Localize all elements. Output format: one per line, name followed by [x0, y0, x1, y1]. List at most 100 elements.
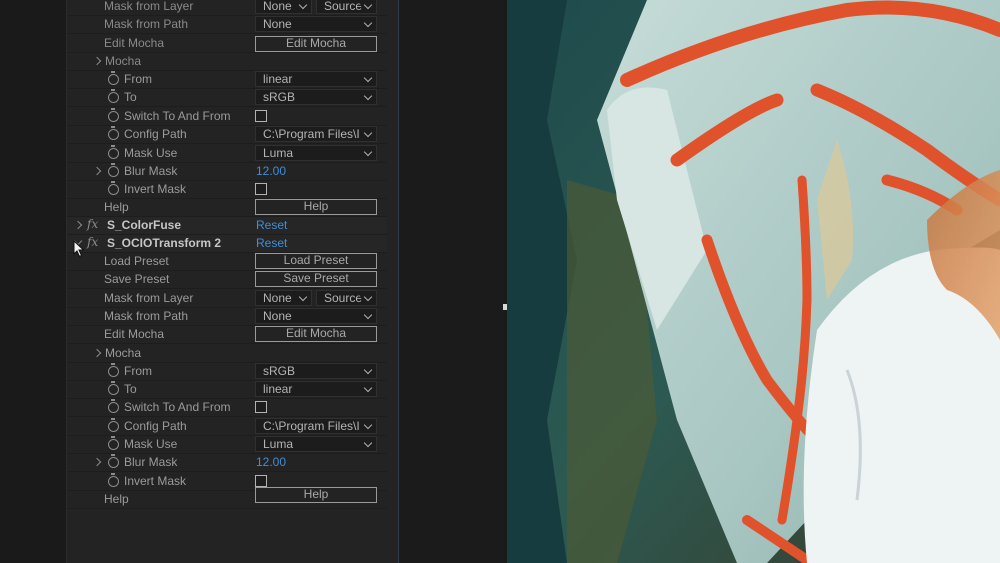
row-help: Help Help	[67, 199, 387, 217]
param-label: Config Path	[124, 127, 187, 141]
to-dropdown[interactable]: linear	[255, 381, 377, 397]
dropdown-value: sRGB	[263, 364, 296, 378]
dropdown-value: Luma	[263, 146, 294, 160]
stopwatch-icon[interactable]	[108, 145, 119, 159]
row-mocha-group: Mocha	[67, 53, 387, 71]
fx-icon[interactable]: fx	[87, 235, 98, 249]
chevron-down-icon	[363, 18, 373, 28]
chevron-right-icon[interactable]	[92, 166, 102, 176]
chevron-down-icon	[298, 292, 308, 302]
mask-source-dropdown[interactable]: Source	[316, 290, 377, 306]
row-to: To linear	[67, 381, 387, 399]
chevron-down-icon	[363, 147, 373, 157]
switch-checkbox[interactable]	[255, 401, 267, 413]
config-path-dropdown[interactable]: C:\Program Files\I	[255, 418, 377, 434]
effect-controls-panel: Mask from Layer None Source Mask from Pa…	[66, 0, 399, 563]
row-blur-mask: Blur Mask 12.00	[67, 163, 387, 181]
config-path-dropdown[interactable]: C:\Program Files\I	[255, 126, 377, 142]
chevron-right-icon[interactable]	[73, 220, 83, 230]
stopwatch-icon[interactable]	[108, 381, 119, 395]
save-preset-button[interactable]: Save Preset	[255, 271, 377, 287]
param-label: Blur Mask	[124, 164, 178, 178]
after-effects-workspace: Mask from Layer None Source Mask from Pa…	[0, 0, 1000, 563]
param-label: From	[124, 72, 152, 86]
chevron-down-icon	[363, 91, 373, 101]
dropdown-value: None	[263, 309, 292, 323]
dropdown-value: Luma	[263, 437, 294, 451]
mask-use-dropdown[interactable]: Luma	[255, 145, 377, 161]
param-label: Help	[104, 492, 129, 506]
param-label: Edit Mocha	[104, 327, 165, 341]
help-button[interactable]: Help	[255, 487, 377, 503]
switch-checkbox[interactable]	[255, 110, 267, 122]
row-from: From linear	[67, 71, 387, 89]
from-dropdown[interactable]: sRGB	[255, 363, 377, 379]
mask-layer-dropdown[interactable]: None	[255, 290, 312, 306]
reset-link[interactable]: Reset	[256, 218, 287, 232]
param-label: Mask from Layer	[104, 291, 194, 305]
blur-mask-value[interactable]: 12.00	[256, 164, 286, 178]
stopwatch-icon[interactable]	[108, 363, 119, 377]
to-dropdown[interactable]: sRGB	[255, 89, 377, 105]
stopwatch-icon[interactable]	[108, 181, 119, 195]
edit-mocha-button[interactable]: Edit Mocha	[255, 326, 377, 342]
stopwatch-icon[interactable]	[108, 399, 119, 413]
stopwatch-icon[interactable]	[108, 436, 119, 450]
chevron-down-icon	[363, 438, 373, 448]
effect-name: S_OCIOTransform 2	[107, 236, 222, 250]
row-mask-from-layer: Mask from Layer None Source	[67, 0, 387, 16]
row-switch: Switch To And From	[67, 399, 387, 417]
edit-mocha-button[interactable]: Edit Mocha	[255, 36, 377, 52]
stopwatch-icon[interactable]	[108, 71, 119, 85]
effect-name: S_ColorFuse	[107, 218, 182, 232]
dropdown-value: linear	[263, 72, 293, 86]
chevron-right-icon[interactable]	[92, 457, 102, 467]
fx-icon[interactable]: fx	[87, 217, 98, 231]
dropdown-value: Source	[324, 0, 363, 13]
row-config-path: Config Path C:\Program Files\I	[67, 126, 387, 144]
row-blur-mask: Blur Mask 12.00	[67, 454, 387, 472]
stopwatch-icon[interactable]	[108, 108, 119, 122]
row-edit-mocha: Edit Mocha Edit Mocha	[67, 35, 387, 53]
stopwatch-icon[interactable]	[108, 126, 119, 140]
dropdown-value: None	[263, 17, 292, 31]
chevron-right-icon[interactable]	[92, 348, 102, 358]
chevron-down-icon	[363, 383, 373, 393]
param-label: Mask Use	[124, 146, 178, 160]
chevron-right-icon[interactable]	[92, 56, 102, 66]
invert-mask-checkbox[interactable]	[255, 183, 267, 195]
reset-link[interactable]: Reset	[256, 236, 287, 250]
row-invert-mask: Invert Mask	[67, 181, 387, 199]
mask-use-dropdown[interactable]: Luma	[255, 436, 377, 452]
mask-layer-dropdown[interactable]: None	[255, 0, 312, 14]
param-label: Mocha	[105, 346, 142, 360]
row-help: Help Help	[67, 487, 387, 509]
stopwatch-icon[interactable]	[108, 163, 119, 177]
row-save-preset: Save Preset Save Preset	[67, 271, 387, 289]
row-mask-from-layer: Mask from Layer None Source	[67, 290, 387, 308]
row-mask-use: Mask Use Luma	[67, 145, 387, 163]
dropdown-value: None	[263, 291, 292, 305]
blur-mask-value[interactable]: 12.00	[256, 455, 286, 469]
mask-path-dropdown[interactable]: None	[255, 308, 377, 324]
dropdown-value: None	[263, 0, 292, 13]
invert-mask-checkbox[interactable]	[255, 475, 267, 487]
row-mocha-group: Mocha	[67, 345, 387, 363]
mouse-pointer-icon	[73, 240, 85, 258]
row-mask-from-path: Mask from Path None	[67, 308, 387, 326]
mask-path-dropdown[interactable]: None	[255, 16, 377, 32]
load-preset-button[interactable]: Load Preset	[255, 253, 377, 269]
left-timeline-edge	[0, 0, 66, 563]
param-label: Config Path	[124, 419, 187, 433]
effect-ocio-transform-2: fx S_OCIOTransform 2 Reset	[67, 235, 387, 253]
help-button[interactable]: Help	[255, 199, 377, 215]
stopwatch-icon[interactable]	[108, 89, 119, 103]
stopwatch-icon[interactable]	[108, 473, 119, 487]
param-label: Switch To And From	[124, 109, 231, 123]
stopwatch-icon[interactable]	[108, 418, 119, 432]
chevron-down-icon	[363, 292, 373, 302]
mask-source-dropdown[interactable]: Source	[316, 0, 377, 14]
param-label: Mask from Path	[104, 309, 189, 323]
stopwatch-icon[interactable]	[108, 454, 119, 468]
from-dropdown[interactable]: linear	[255, 71, 377, 87]
